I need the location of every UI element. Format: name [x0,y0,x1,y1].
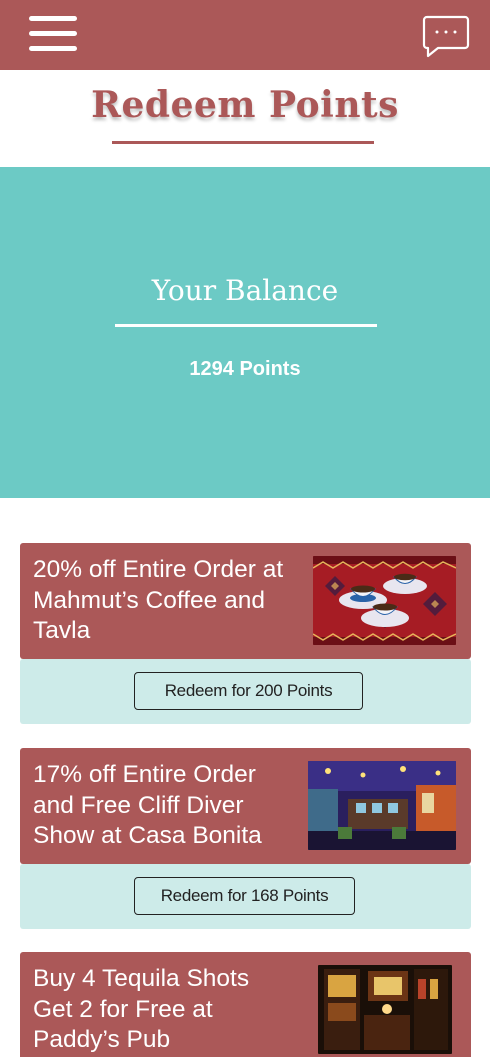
offer-card[interactable]: 17% off Entire Order and Free Cliff Dive… [20,748,471,864]
offer-title: 17% off Entire Order and Free Cliff Dive… [33,761,262,849]
offer-card[interactable]: Buy 4 Tequila Shots Get 2 for Free at Pa… [20,952,471,1057]
top-app-bar [0,0,490,70]
balance-label: Your Balance [151,274,339,307]
redeem-button[interactable]: Redeem for 200 Points [134,672,363,710]
balance-panel: Your Balance 1294 Points [0,167,490,498]
offer-card[interactable]: 20% off Entire Order at Mahmut’s Coffee … [20,543,471,659]
hamburger-menu-icon[interactable] [29,16,77,52]
pub-bar-interior-image [318,965,452,1054]
redeem-panel: Redeem for 168 Points [20,864,471,929]
redeem-panel: Redeem for 200 Points [20,659,471,724]
offer-title: Buy 4 Tequila Shots Get 2 for Free at Pa… [33,965,250,1053]
redeem-button[interactable]: Redeem for 168 Points [134,877,355,915]
title-underline [112,141,374,144]
page-header: Redeem Points [0,70,490,167]
balance-underline [115,324,377,327]
balance-points: 1294 Points [189,358,301,380]
restaurant-interior-image [308,761,456,850]
offer-title: 20% off Entire Order at Mahmut’s Coffee … [33,556,284,644]
chat-bubble-icon[interactable] [422,14,470,58]
turkish-coffee-cups-image [313,556,456,645]
page-title: Redeem Points [91,84,399,126]
